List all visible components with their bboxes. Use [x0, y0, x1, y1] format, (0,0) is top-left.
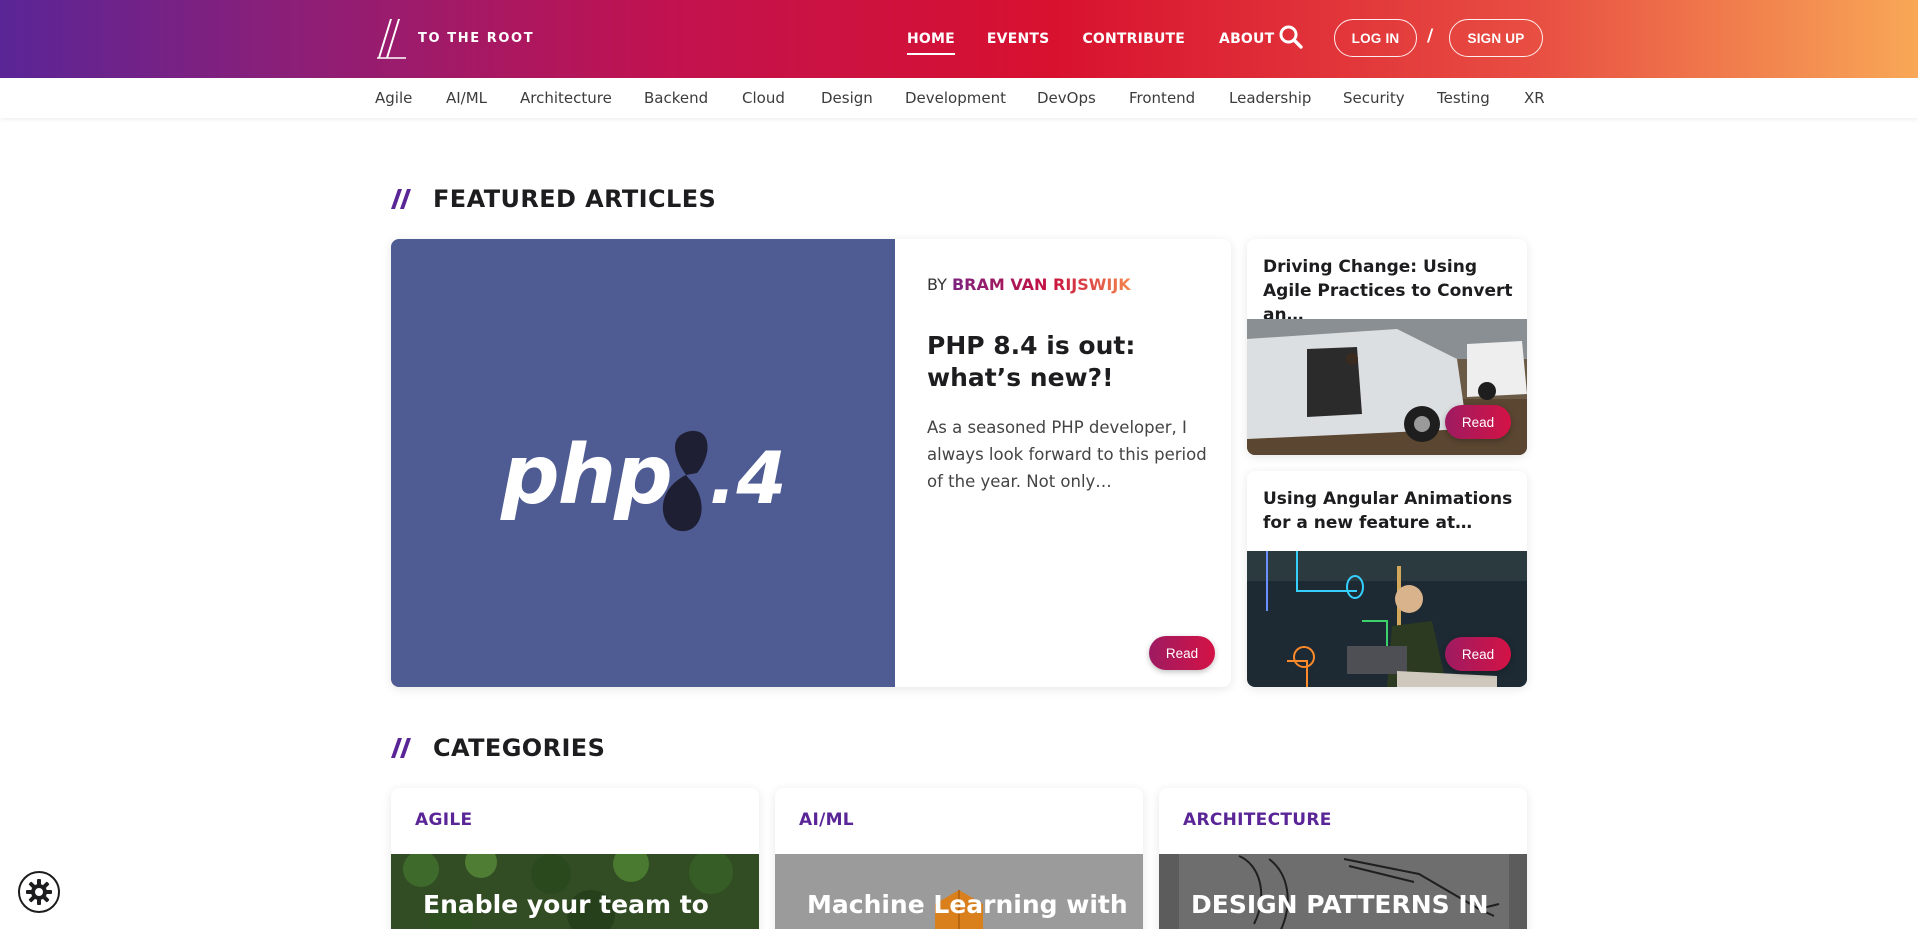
category-card-article-title: Machine Learning with: [807, 890, 1128, 919]
category-bar: Agile AI/ML Architecture Backend Cloud D…: [0, 78, 1918, 118]
author-link[interactable]: BRAM VAN RIJSWIJK: [952, 275, 1131, 294]
category-link-devops[interactable]: DevOps: [1037, 89, 1096, 107]
category-link-leadership[interactable]: Leadership: [1229, 89, 1311, 107]
svg-text:.4: .4: [709, 436, 786, 520]
nav-events[interactable]: EVENTS: [987, 31, 1050, 47]
featured-heading: FEATURED ARTICLES: [391, 185, 716, 213]
category-card-aiml[interactable]: AI/ML Machine Learning with: [775, 788, 1143, 929]
featured-main-excerpt: As a seasoned PHP developer, I always lo…: [927, 418, 1207, 491]
category-link-architecture[interactable]: Architecture: [520, 89, 612, 107]
svg-text:php: php: [500, 428, 671, 523]
forest-image: Enable your team to: [391, 854, 759, 929]
category-card-architecture[interactable]: ARCHITECTURE DESIGN PATTERNS IN: [1159, 788, 1527, 929]
side-card-2-read-button[interactable]: Read: [1445, 637, 1511, 671]
featured-main-card[interactable]: php .4 BY BRAM VAN RIJSWIJK PHP 8.4 is o…: [391, 239, 1231, 687]
signup-button[interactable]: SIGN UP: [1449, 19, 1543, 57]
byline-prefix: BY: [927, 275, 947, 294]
featured-main-title[interactable]: PHP 8.4 is out: what’s new?!: [927, 330, 1212, 394]
category-card-agile[interactable]: AGILE Enable your team to: [391, 788, 759, 929]
logo-slashes-icon: [377, 19, 406, 59]
main-nav: HOME EVENTS CONTRIBUTE ABOUT: [907, 0, 1274, 78]
category-card-label[interactable]: AI/ML: [799, 810, 854, 830]
category-link-frontend[interactable]: Frontend: [1129, 89, 1195, 107]
category-link-backend[interactable]: Backend: [644, 89, 708, 107]
php-logo-image: php .4: [391, 239, 895, 687]
featured-main-body: BY BRAM VAN RIJSWIJK PHP 8.4 is out: wha…: [927, 275, 1212, 495]
nav-contribute[interactable]: CONTRIBUTE: [1082, 31, 1185, 47]
categories-heading: CATEGORIES: [391, 734, 605, 762]
featured-side-card-2[interactable]: Using Angular Animations for a new featu…: [1247, 471, 1527, 687]
side-card-title[interactable]: Using Angular Animations for a new featu…: [1263, 487, 1515, 535]
byline: BY BRAM VAN RIJSWIJK: [927, 275, 1212, 294]
category-card-article-title: Enable your team to: [423, 890, 709, 919]
category-link-testing[interactable]: Testing: [1437, 89, 1490, 107]
category-link-xr[interactable]: XR: [1524, 89, 1545, 107]
logo-text: TO THE ROOT: [418, 30, 535, 46]
side-card-title[interactable]: Driving Change: Using Agile Practices to…: [1263, 255, 1515, 327]
cookie-settings-button[interactable]: [18, 871, 60, 913]
category-link-aiml[interactable]: AI/ML: [446, 89, 487, 107]
double-slash-icon: [391, 189, 411, 209]
featured-title: FEATURED ARTICLES: [433, 185, 717, 213]
design-patterns-image: DESIGN PATTERNS IN: [1159, 854, 1527, 929]
featured-side-card-1[interactable]: Driving Change: Using Agile Practices to…: [1247, 239, 1527, 455]
nav-home[interactable]: HOME: [907, 31, 955, 55]
category-card-article-title: DESIGN PATTERNS IN: [1191, 890, 1489, 919]
category-link-design[interactable]: Design: [821, 89, 873, 107]
category-card-label[interactable]: AGILE: [415, 810, 472, 830]
category-link-development[interactable]: Development: [905, 89, 1006, 107]
machine-learning-image: Machine Learning with: [775, 854, 1143, 929]
featured-main-read-button[interactable]: Read: [1149, 636, 1215, 670]
site-header: TO THE ROOT HOME EVENTS CONTRIBUTE ABOUT…: [0, 0, 1918, 78]
side-card-1-read-button[interactable]: Read: [1445, 405, 1511, 439]
category-link-security[interactable]: Security: [1343, 89, 1405, 107]
login-button[interactable]: LOG IN: [1334, 19, 1417, 57]
categories-title: CATEGORIES: [433, 734, 606, 762]
php-wordmark: php .4: [500, 428, 786, 532]
site-logo[interactable]: TO THE ROOT: [376, 17, 534, 59]
category-link-agile[interactable]: Agile: [375, 89, 412, 107]
nav-about[interactable]: ABOUT: [1219, 31, 1274, 47]
category-link-cloud[interactable]: Cloud: [742, 89, 785, 107]
category-card-label[interactable]: ARCHITECTURE: [1183, 810, 1332, 830]
search-icon[interactable]: [1278, 24, 1304, 50]
double-slash-icon: [391, 738, 411, 758]
auth-separator: /: [1427, 26, 1434, 46]
gear-icon: [26, 879, 52, 905]
